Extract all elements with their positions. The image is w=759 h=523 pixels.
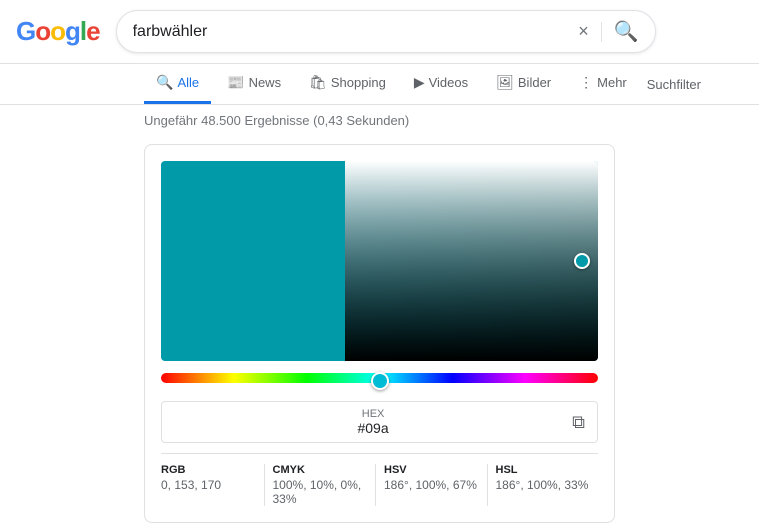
color-values-row: RGB 0, 153, 170 CMYK 100%, 10%, 0%, 33% … xyxy=(161,453,598,506)
nav-label-shopping: Shopping xyxy=(331,75,386,90)
hsv-value: 186°, 100%, 67% xyxy=(384,478,479,492)
picker-black-overlay xyxy=(345,161,598,361)
search-divider xyxy=(601,22,602,42)
mehr-icon: ⋮ xyxy=(579,74,593,91)
nav-item-videos[interactable]: ▶ Videos xyxy=(402,64,480,104)
bilder-icon: 🖼 xyxy=(496,74,514,91)
hex-input-section: HEX #09a ⧉ xyxy=(161,401,598,443)
rgb-label: RGB xyxy=(161,464,256,476)
nav-item-alle[interactable]: 🔍 Alle xyxy=(144,64,211,104)
google-logo: Google xyxy=(16,16,100,47)
search-icon[interactable]: 🔍 xyxy=(614,19,639,44)
news-icon: 📰 xyxy=(227,74,244,91)
hue-slider-thumb[interactable] xyxy=(371,372,389,390)
nav-label-news: News xyxy=(249,75,282,90)
shopping-icon: 🛍 xyxy=(309,74,327,91)
nav-item-bilder[interactable]: 🖼 Bilder xyxy=(484,64,563,104)
picker-handle[interactable] xyxy=(574,253,590,269)
search-bar: farbwähler × 🔍 xyxy=(116,10,656,53)
nav-item-news[interactable]: 📰 News xyxy=(215,64,293,104)
videos-icon: ▶ xyxy=(414,74,425,91)
copy-hex-button[interactable]: ⧉ xyxy=(572,412,585,433)
hsl-value: 186°, 100%, 33% xyxy=(496,478,591,492)
hsv-label: HSV xyxy=(384,464,479,476)
nav-bar: 🔍 Alle 📰 News 🛍 Shopping ▶ Videos 🖼 Bild… xyxy=(0,64,759,105)
hex-label: HEX xyxy=(174,408,572,420)
cmyk-label: CMYK xyxy=(273,464,368,476)
search-filter-button[interactable]: Suchfilter xyxy=(647,67,701,102)
results-info: Ungefähr 48.500 Ergebnisse (0,43 Sekunde… xyxy=(0,105,759,136)
clear-icon[interactable]: × xyxy=(578,21,589,42)
picker-saturation-lightness[interactable] xyxy=(345,161,598,361)
nav-item-shopping[interactable]: 🛍 Shopping xyxy=(297,64,398,104)
nav-item-mehr[interactable]: ⋮ Mehr xyxy=(567,64,639,104)
cmyk-value: 100%, 10%, 0%, 33% xyxy=(273,478,368,506)
hue-slider[interactable] xyxy=(161,373,598,389)
header: Google farbwähler × 🔍 xyxy=(0,0,759,64)
nav-label-alle: Alle xyxy=(177,75,199,90)
nav-label-bilder: Bilder xyxy=(518,75,551,90)
hex-value[interactable]: #09a xyxy=(174,420,572,436)
picker-gradient-area[interactable] xyxy=(161,161,598,361)
picker-solid-preview xyxy=(161,161,345,361)
search-input[interactable]: farbwähler xyxy=(133,23,579,41)
hex-label-area: HEX #09a xyxy=(174,408,572,436)
nav-label-mehr: Mehr xyxy=(597,75,627,90)
nav-label-videos: Videos xyxy=(429,75,469,90)
color-picker: HEX #09a ⧉ RGB 0, 153, 170 CMYK 100%, 10… xyxy=(144,144,615,523)
alle-icon: 🔍 xyxy=(156,74,173,91)
hsl-label: HSL xyxy=(496,464,591,476)
rgb-value: 0, 153, 170 xyxy=(161,478,256,492)
